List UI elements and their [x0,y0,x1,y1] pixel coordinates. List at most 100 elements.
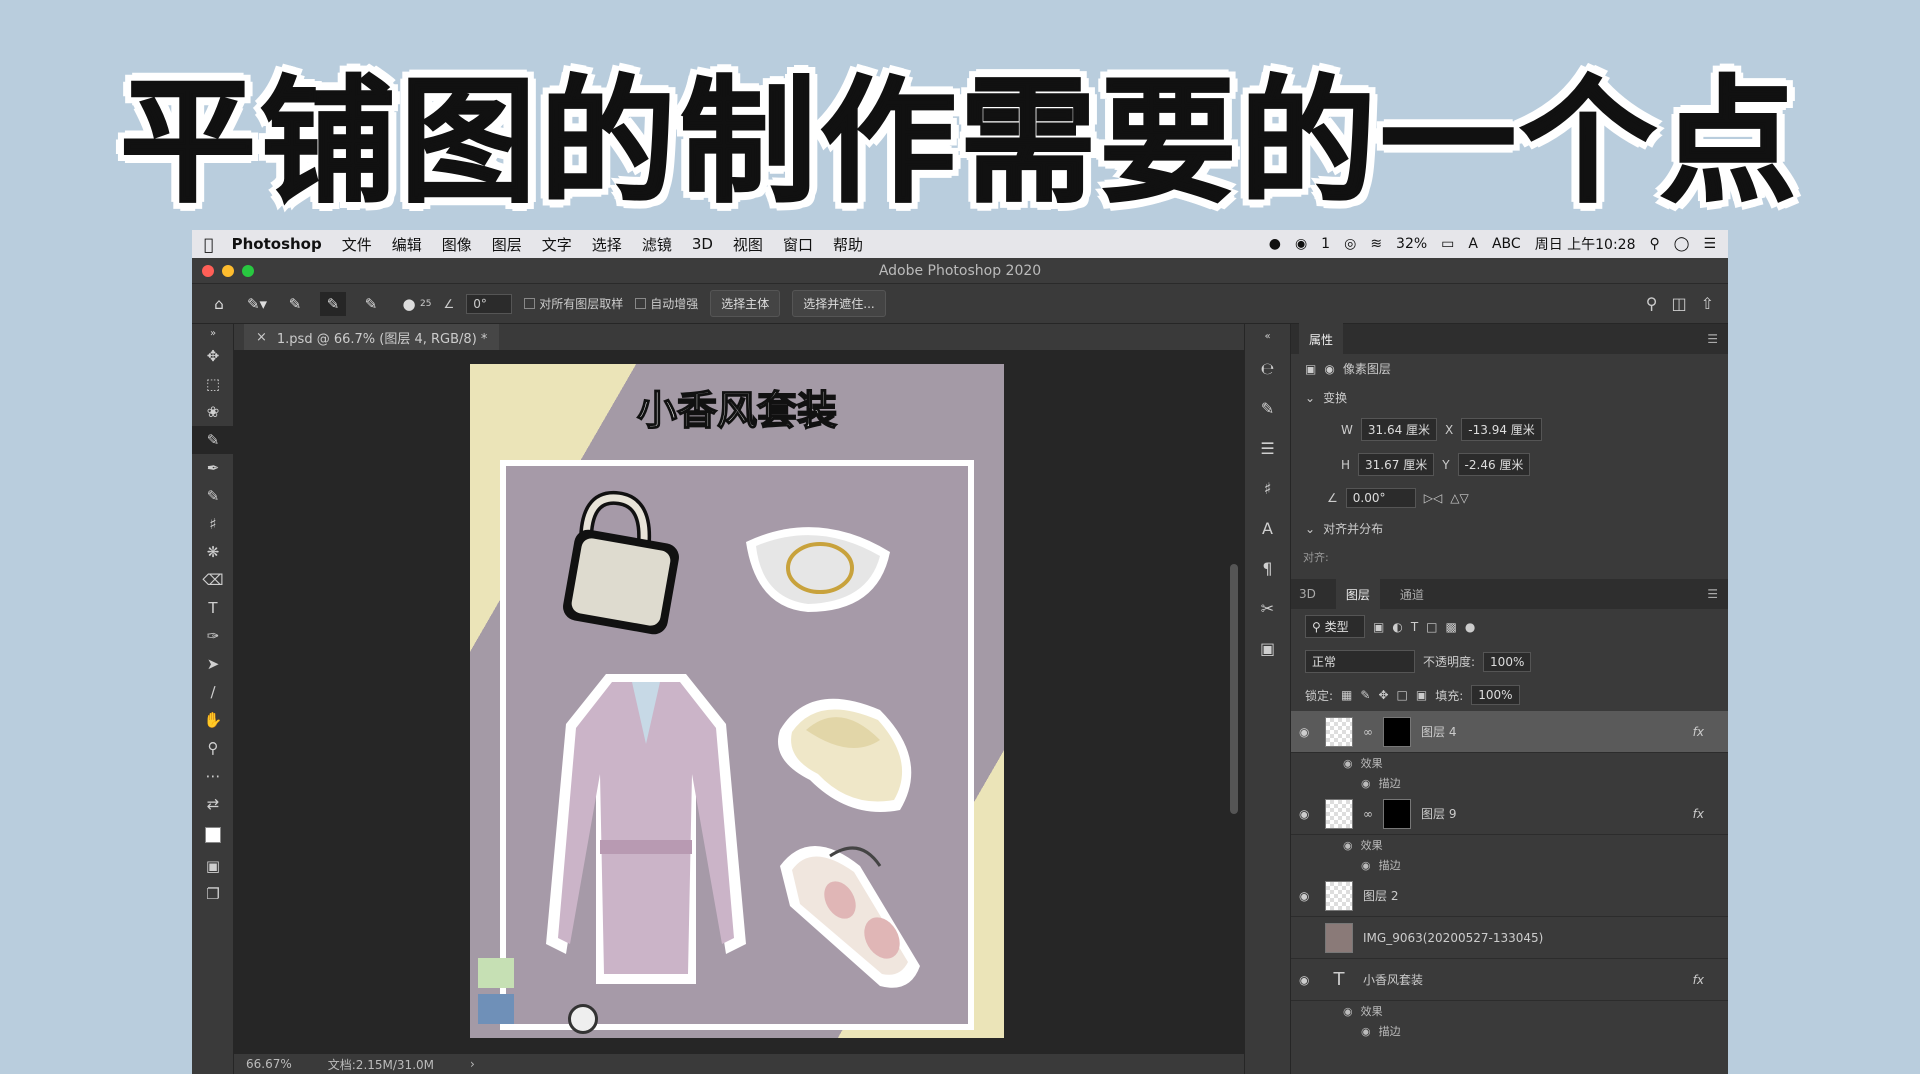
stroke-effect-row[interactable]: ◉ 描边 [1291,773,1728,793]
select-and-mask-button[interactable]: 选择并遮住... [792,290,886,317]
stamp-tool-icon[interactable]: ♯ [192,510,234,538]
paragraph-panel-icon[interactable]: ¶ [1245,548,1290,588]
stroke-effect-row[interactable]: ◉ 描边 [1291,855,1728,875]
layer-name[interactable]: 图层 4 [1421,723,1456,740]
effects-row[interactable]: ◉ 效果 [1291,753,1728,773]
x-input[interactable]: -13.94 厘米 [1461,418,1542,441]
panel-menu-icon[interactable]: ☰ [1707,587,1718,601]
document-tab[interactable]: × 1.psd @ 66.7% (图层 4, RGB/8) * [244,324,500,350]
filter-smart-icon[interactable]: ▩ [1446,620,1457,634]
stroke-effect-row[interactable]: ◉ 描边 [1291,1021,1728,1041]
filter-toggle-icon[interactable]: ● [1465,620,1475,634]
menu-image[interactable]: 图像 [442,234,472,255]
layer-name[interactable]: 图层 2 [1363,887,1398,904]
pen-tool-icon[interactable]: ✑ [192,622,234,650]
more-tools-icon[interactable]: ⋯ [192,762,234,790]
vertical-scrollbar[interactable] [1230,564,1238,814]
eye-icon[interactable]: ◉ [1361,1025,1371,1038]
menu-select[interactable]: 选择 [592,234,622,255]
canvas[interactable]: 小香风套装 [470,364,1004,1038]
opacity-input[interactable]: 100% [1483,651,1532,672]
width-input[interactable]: 31.64 厘米 [1360,418,1438,441]
libraries-panel-icon[interactable]: ▣ [1245,628,1290,668]
link-icon[interactable]: ∞ [1363,725,1373,739]
close-tab-icon[interactable]: × [256,330,267,345]
screen-mode-icon[interactable]: ❐ [192,880,234,908]
tool-preset-picker[interactable]: ✎▾ [244,292,270,316]
eye-icon[interactable]: ◉ [1343,1005,1353,1018]
subtract-selection-icon[interactable]: ✎ [358,292,384,316]
marquee-tool-icon[interactable]: ⬚ [192,370,234,398]
tools-panel-icon[interactable]: ✂ [1245,588,1290,628]
filter-type-icon[interactable]: T [1411,620,1418,634]
character-panel-icon[interactable]: A [1245,508,1290,548]
layer-row[interactable]: ◉ 图层 2 [1291,875,1728,917]
lock-transparent-icon[interactable]: ▦ [1341,688,1352,702]
status-app-icon[interactable]: ● [1269,236,1281,252]
tab-properties[interactable]: 属性 [1299,322,1344,356]
lock-artboard-icon[interactable]: □ [1397,688,1408,702]
menu-filter[interactable]: 滤镜 [642,234,672,255]
eye-icon[interactable]: ◉ [1299,973,1315,987]
layer-row[interactable]: ◉ T 小香风套装 fx [1291,959,1728,1001]
select-subject-button[interactable]: 选择主体 [710,290,781,317]
add-to-selection-icon[interactable]: ✎ [320,291,346,316]
tab-3d[interactable]: 3D [1299,587,1316,601]
type-tool-icon[interactable]: T [192,594,234,622]
effects-row[interactable]: ◉ 效果 [1291,835,1728,855]
color-swatches[interactable] [192,818,234,852]
eyedropper-tool-icon[interactable]: ✒ [192,454,234,482]
layer-mask-thumbnail[interactable] [1383,716,1411,747]
new-selection-icon[interactable]: ✎ [282,292,308,316]
layer-name[interactable]: 图层 9 [1421,805,1456,822]
battery-icon[interactable]: ▭ [1441,236,1454,252]
search-icon[interactable]: ⚲ [1646,294,1658,313]
menu-type[interactable]: 文字 [542,234,572,255]
flip-vertical-icon[interactable]: △▽ [1450,491,1468,505]
filter-pixel-icon[interactable]: ▣ [1373,620,1384,634]
history-brush-icon[interactable]: ❋ [192,538,234,566]
zoom-tool-icon[interactable]: ⚲ [192,734,234,762]
minimize-window-button[interactable] [222,265,234,277]
brush-tool-icon[interactable]: ✎ [192,482,234,510]
auto-enhance-checkbox[interactable]: 自动增强 [635,295,698,312]
eye-icon[interactable]: ◉ [1343,839,1353,852]
fill-input[interactable]: 100% [1471,685,1520,705]
workspace-icon[interactable]: ◫ [1671,294,1686,313]
transform-header[interactable]: ⌄ 变换 [1291,383,1728,412]
tab-channels[interactable]: 通道 [1400,586,1424,603]
menu-edit[interactable]: 编辑 [392,234,422,255]
rotation-input[interactable]: 0.00° [1345,488,1416,508]
zoom-level[interactable]: 66.67% [246,1057,292,1071]
brush-panel-icon[interactable]: ✎ [1245,388,1290,428]
eye-icon[interactable]: ◉ [1361,859,1371,872]
hand-tool-icon[interactable]: ✋ [192,706,234,734]
align-header[interactable]: ⌄ 对齐并分布 [1291,514,1728,543]
home-icon[interactable]: ⌂ [206,292,232,316]
eye-icon[interactable]: ◉ [1361,777,1371,790]
menu-layer[interactable]: 图层 [492,234,522,255]
layer-name[interactable]: IMG_9063(20200527-133045) [1363,931,1543,945]
swap-colors-icon[interactable]: ⇄ [192,790,234,818]
panel-menu-icon[interactable]: ☰ [1707,332,1718,346]
link-icon[interactable]: ∞ [1363,807,1373,821]
fx-icon[interactable]: fx [1693,973,1704,987]
angle-input[interactable]: 0° [466,293,513,314]
quick-selection-tool-icon[interactable]: ✎ [192,426,234,454]
adjustments-panel-icon[interactable]: ☰ [1245,428,1290,468]
eye-icon[interactable]: ◉ [1343,757,1353,770]
eye-icon[interactable]: ◉ [1299,725,1315,739]
effects-row[interactable]: ◉ 效果 [1291,1001,1728,1021]
blend-mode-select[interactable]: 正常 [1305,650,1415,673]
height-input[interactable]: 31.67 厘米 [1358,453,1435,476]
flip-horizontal-icon[interactable]: ▷◁ [1424,491,1442,505]
line-tool-icon[interactable]: ∕ [192,678,234,706]
share-icon[interactable]: ⇧ [1701,294,1714,313]
quick-mask-icon[interactable]: ▣ [192,852,234,880]
menu-file[interactable]: 文件 [342,234,372,255]
wifi-icon[interactable]: ≋ [1370,236,1382,252]
brush-size-picker[interactable]: ● [396,292,422,316]
menu-window[interactable]: 窗口 [783,234,813,255]
eye-icon[interactable]: ◉ [1299,889,1315,903]
menu-view[interactable]: 视图 [733,234,763,255]
